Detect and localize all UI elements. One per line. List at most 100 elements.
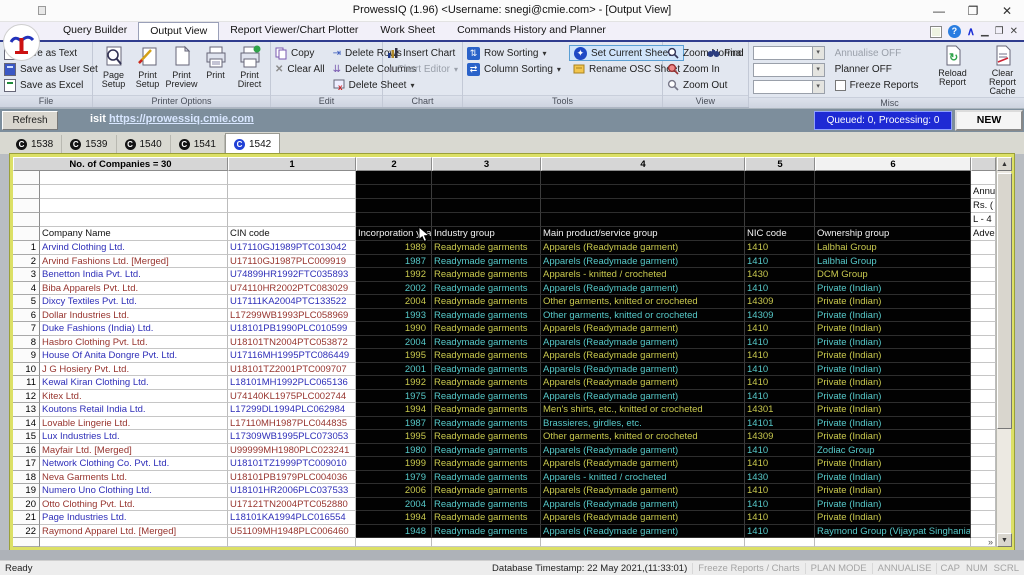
save-as-user-set-button[interactable]: Save as User Set — [4, 61, 88, 77]
column-number-header[interactable]: 3 — [432, 157, 541, 171]
column-number-header[interactable]: 6 — [815, 157, 971, 171]
table-cell[interactable] — [971, 255, 996, 269]
table-cell[interactable] — [971, 430, 996, 444]
table-cell[interactable] — [971, 417, 996, 431]
table-cell[interactable] — [13, 213, 40, 227]
zoom-in-button[interactable]: Zoom In — [667, 61, 744, 77]
table-cell[interactable]: L - 4 — [971, 213, 996, 227]
incorporation-year-cell[interactable]: 2004 — [356, 498, 432, 512]
row-sorting-button[interactable]: ⇅ Row Sorting ▾ — [467, 45, 561, 61]
table-cell[interactable] — [815, 185, 971, 199]
close-button[interactable]: ✕ — [990, 0, 1024, 22]
main-product-cell[interactable]: Apparels (Readymade garment) — [541, 457, 745, 471]
company-name-cell[interactable]: Lux Industries Ltd. — [40, 430, 228, 444]
company-name-cell[interactable]: Benetton India Pvt. Ltd. — [40, 268, 228, 282]
main-product-cell[interactable]: Apparels (Readymade garment) — [541, 255, 745, 269]
nic-code-cell[interactable]: 1410 — [745, 525, 815, 539]
table-cell[interactable] — [541, 199, 745, 213]
restore-button[interactable]: ❐ — [956, 0, 990, 22]
incorporation-year-cell[interactable]: 1990 — [356, 322, 432, 336]
table-cell[interactable] — [13, 171, 40, 185]
industry-group-cell[interactable]: Readymade garments — [432, 403, 541, 417]
nic-code-cell[interactable]: 1410 — [745, 349, 815, 363]
nic-code-cell[interactable]: 1410 — [745, 336, 815, 350]
main-product-cell[interactable]: Apparels - knitted / crocheted — [541, 268, 745, 282]
row-number[interactable]: 6 — [13, 309, 40, 323]
menu-query-builder[interactable]: Query Builder — [52, 22, 138, 40]
table-cell[interactable] — [432, 213, 541, 227]
incorporation-year-cell[interactable]: 1995 — [356, 430, 432, 444]
misc-combo-1[interactable]: ▾ — [753, 46, 825, 60]
table-cell[interactable] — [432, 171, 541, 185]
nic-code-cell[interactable]: 14309 — [745, 309, 815, 323]
industry-group-cell[interactable]: Readymade garments — [432, 268, 541, 282]
ownership-group-cell[interactable]: Private (Indian) — [815, 498, 971, 512]
table-cell[interactable]: Main product/service group — [541, 227, 745, 241]
insert-chart-button[interactable]: Insert Chart — [387, 45, 458, 61]
scroll-down-icon[interactable]: ▼ — [997, 533, 1012, 547]
ownership-group-cell[interactable]: Private (Indian) — [815, 322, 971, 336]
nic-code-cell[interactable]: 1410 — [745, 376, 815, 390]
main-product-cell[interactable]: Apparels (Readymade garment) — [541, 363, 745, 377]
row-number[interactable]: 20 — [13, 498, 40, 512]
nic-code-cell[interactable]: 1410 — [745, 363, 815, 377]
table-cell[interactable] — [971, 471, 996, 485]
row-number[interactable]: 14 — [13, 417, 40, 431]
table-cell[interactable] — [745, 185, 815, 199]
main-product-cell[interactable]: Apparels (Readymade garment) — [541, 390, 745, 404]
industry-group-cell[interactable]: Readymade garments — [432, 309, 541, 323]
nic-code-cell[interactable]: 1430 — [745, 471, 815, 485]
industry-group-cell[interactable]: Readymade garments — [432, 471, 541, 485]
ownership-group-cell[interactable]: Private (Indian) — [815, 295, 971, 309]
table-cell[interactable] — [745, 171, 815, 185]
freeze-reports-checkbox[interactable]: Freeze Reports — [835, 77, 919, 93]
industry-group-cell[interactable]: Readymade garments — [432, 511, 541, 525]
incorporation-year-cell[interactable]: 2002 — [356, 282, 432, 296]
sheet-tab-1539[interactable]: C1539 — [62, 135, 116, 154]
collapse-ribbon-icon[interactable]: ∧ — [967, 25, 975, 38]
company-name-cell[interactable]: Hasbro Clothing Pvt. Ltd. — [40, 336, 228, 350]
row-number[interactable]: 2 — [13, 255, 40, 269]
incorporation-year-cell[interactable]: 1999 — [356, 457, 432, 471]
table-cell[interactable] — [541, 171, 745, 185]
table-cell[interactable] — [356, 171, 432, 185]
main-product-cell[interactable]: Apparels - knitted / crocheted — [541, 471, 745, 485]
company-name-cell[interactable]: Dollar Industries Ltd. — [40, 309, 228, 323]
company-name-cell[interactable]: Dixcy Textiles Pvt. Ltd. — [40, 295, 228, 309]
ownership-group-cell[interactable]: Lalbhai Group — [815, 255, 971, 269]
table-cell[interactable] — [971, 295, 996, 309]
main-product-cell[interactable]: Other garments, knitted or crocheted — [541, 430, 745, 444]
incorporation-year-cell[interactable]: 1994 — [356, 511, 432, 525]
incorporation-year-cell[interactable]: 2004 — [356, 336, 432, 350]
company-name-cell[interactable]: Duke Fashions (India) Ltd. — [40, 322, 228, 336]
industry-group-cell[interactable]: Readymade garments — [432, 525, 541, 539]
minimize-button[interactable]: — — [922, 0, 956, 22]
row-number[interactable]: 13 — [13, 403, 40, 417]
menu-commands-history[interactable]: Commands History and Planner — [446, 22, 617, 40]
ownership-group-cell[interactable]: Private (Indian) — [815, 363, 971, 377]
menu-work-sheet[interactable]: Work Sheet — [369, 22, 446, 40]
industry-group-cell[interactable]: Readymade garments — [432, 417, 541, 431]
nic-code-cell[interactable]: 1410 — [745, 241, 815, 255]
misc-combo-3[interactable]: ▾ — [753, 80, 825, 94]
cin-code-cell[interactable]: L17110MH1987PLC044835 — [228, 417, 356, 431]
print-preview-button[interactable]: Print Preview — [165, 45, 198, 95]
company-name-cell[interactable]: Network Clothing Co. Pvt. Ltd. — [40, 457, 228, 471]
industry-group-cell[interactable]: Readymade garments — [432, 498, 541, 512]
main-product-cell[interactable]: Apparels (Readymade garment) — [541, 376, 745, 390]
reload-report-button[interactable]: ↻ Reload Report — [933, 45, 973, 97]
table-cell[interactable] — [971, 498, 996, 512]
print-setup-button[interactable]: Print Setup — [131, 45, 164, 95]
industry-group-cell[interactable]: Readymade garments — [432, 349, 541, 363]
page-setup-button[interactable]: Page Setup — [97, 45, 130, 95]
company-name-cell[interactable]: Lovable Lingerie Ltd. — [40, 417, 228, 431]
industry-group-cell[interactable]: Readymade garments — [432, 457, 541, 471]
column-sorting-button[interactable]: ⇄ Column Sorting ▾ — [467, 61, 561, 77]
industry-group-cell[interactable]: Readymade garments — [432, 363, 541, 377]
nic-code-cell[interactable]: 1410 — [745, 484, 815, 498]
company-name-cell[interactable]: Kewal Kiran Clothing Ltd. — [40, 376, 228, 390]
table-cell[interactable] — [971, 376, 996, 390]
sheet-tab-1540[interactable]: C1540 — [117, 135, 171, 154]
ownership-group-cell[interactable]: Zodiac Group — [815, 444, 971, 458]
cin-code-cell[interactable]: L17299WB1993PLC058969 — [228, 309, 356, 323]
